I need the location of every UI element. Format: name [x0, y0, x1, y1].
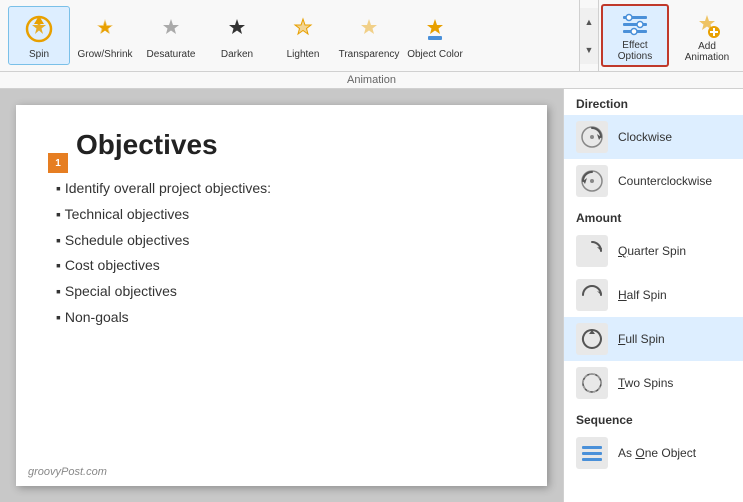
anim-object-color[interactable]: Object Color	[404, 7, 466, 64]
slide-area: 1 Objectives Identify overall project ob…	[0, 89, 563, 502]
list-item: Cost objectives	[56, 254, 515, 278]
counterclockwise-label: Counterclockwise	[618, 174, 712, 188]
full-spin-icon	[576, 323, 608, 355]
lighten-icon	[285, 11, 321, 47]
two-spins-label: Two Spins	[618, 376, 673, 390]
spin-icon	[21, 11, 57, 47]
spin-label: Spin	[29, 49, 49, 60]
quarter-spin-icon	[576, 235, 608, 267]
half-spin-icon	[576, 279, 608, 311]
list-item: Special objectives	[56, 280, 515, 304]
add-animation-icon	[691, 9, 723, 41]
half-spin-label: Half Spin	[618, 288, 667, 302]
slide-title: Objectives	[76, 129, 515, 161]
darken-icon	[219, 11, 255, 47]
add-animation-button[interactable]: Add Animation	[673, 4, 741, 67]
anim-grow-shrink[interactable]: Grow/Shrink	[74, 7, 136, 64]
anim-spin[interactable]: Spin	[8, 6, 70, 65]
anim-darken[interactable]: Darken	[206, 7, 268, 64]
slide-number-badge: 1	[48, 153, 68, 173]
effect-options-label: Effect Options	[609, 40, 661, 62]
slide-content: Identify overall project objectives: Tec…	[56, 177, 515, 330]
anim-lighten[interactable]: Lighten	[272, 7, 334, 64]
grow-icon	[87, 11, 123, 47]
list-item: Schedule objectives	[56, 229, 515, 253]
anim-transparency[interactable]: Transparency	[338, 7, 400, 64]
anim-desaturate[interactable]: Desaturate	[140, 7, 202, 64]
grow-label: Grow/Shrink	[77, 49, 132, 60]
add-animation-label: Add Animation	[679, 41, 735, 63]
watermark: groovyPost.com	[28, 466, 107, 478]
animation-label-bar: Animation	[0, 72, 743, 89]
lighten-label: Lighten	[287, 49, 320, 60]
main-content: 1 Objectives Identify overall project ob…	[0, 89, 743, 502]
dropdown-half-spin[interactable]: Half Spin	[564, 273, 743, 317]
scroll-down-button[interactable]: ▼	[580, 36, 598, 64]
clockwise-icon	[576, 121, 608, 153]
trans-label: Transparency	[339, 49, 400, 60]
dropdown-clockwise[interactable]: Clockwise	[564, 115, 743, 159]
list-item: Non-goals	[56, 306, 515, 330]
scroll-buttons: ▲ ▼	[579, 0, 599, 71]
full-spin-label: Full Spin	[618, 332, 665, 346]
as-one-object-label: As One Object	[618, 446, 696, 460]
slide: 1 Objectives Identify overall project ob…	[16, 105, 547, 486]
list-item: Technical objectives	[56, 203, 515, 227]
dropdown-full-spin[interactable]: Full Spin	[564, 317, 743, 361]
desat-label: Desaturate	[147, 49, 196, 60]
direction-header: Direction	[564, 89, 743, 115]
dropdown-counterclockwise[interactable]: Counterclockwise	[564, 159, 743, 203]
dropdown-quarter-spin[interactable]: Quarter Spin	[564, 229, 743, 273]
dropdown-two-spins[interactable]: Two Spins	[564, 361, 743, 405]
animation-list: Spin Grow/Shrink Desaturate	[0, 0, 579, 71]
color-icon	[417, 11, 453, 47]
color-label: Object Color	[407, 49, 463, 60]
quarter-spin-label: Quarter Spin	[618, 244, 686, 258]
effect-options-button[interactable]: Effect Options	[601, 4, 669, 67]
darken-label: Darken	[221, 49, 253, 60]
desat-icon	[153, 11, 189, 47]
counterclockwise-icon	[576, 165, 608, 197]
dropdown-as-one-object[interactable]: As One Object	[564, 431, 743, 475]
clockwise-label: Clockwise	[618, 130, 672, 144]
amount-header: Amount	[564, 203, 743, 229]
dropdown-panel: Direction Clockwise	[563, 89, 743, 502]
scroll-up-button[interactable]: ▲	[580, 8, 598, 36]
toolbar: Spin Grow/Shrink Desaturate	[0, 0, 743, 72]
effect-options-icon	[619, 10, 651, 40]
two-spins-icon	[576, 367, 608, 399]
trans-icon	[351, 11, 387, 47]
as-one-icon	[576, 437, 608, 469]
sequence-header: Sequence	[564, 405, 743, 431]
list-item: Identify overall project objectives:	[56, 177, 515, 201]
